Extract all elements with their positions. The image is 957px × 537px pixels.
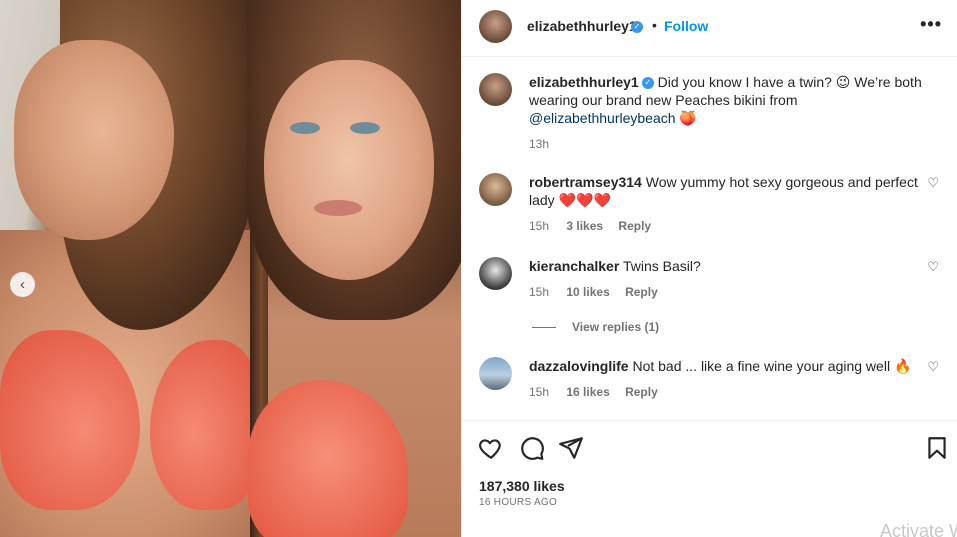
post-header: elizabethhurley1 ✓ • Follow ••• xyxy=(462,0,957,57)
avatar[interactable] xyxy=(479,10,512,43)
reply-button[interactable]: Reply xyxy=(625,285,658,299)
comment-text: Not bad ... like a fine wine your aging … xyxy=(632,358,891,374)
more-options-icon[interactable]: ••• xyxy=(920,14,942,35)
header-username[interactable]: elizabethhurley1 xyxy=(527,18,637,34)
follow-button[interactable]: Follow xyxy=(664,18,708,34)
verified-badge-icon: ✓ xyxy=(631,21,643,34)
post-photo: ‹ xyxy=(0,0,461,537)
bookmark-save-icon[interactable] xyxy=(924,435,950,461)
action-bar xyxy=(462,420,957,480)
caption-username[interactable]: elizabethhurley1 xyxy=(529,74,639,90)
comment-item: robertramsey314 Wow yummy hot sexy gorge… xyxy=(479,173,949,235)
divider-line xyxy=(532,327,556,329)
comment-username[interactable]: robertramsey314 xyxy=(529,174,642,190)
caption-time: 13h xyxy=(529,137,550,151)
comment-likes[interactable]: 10 likes xyxy=(566,285,609,299)
view-replies-button[interactable]: View replies (1) xyxy=(532,320,659,334)
comment-username[interactable]: dazzalovinglife xyxy=(529,358,629,374)
activate-windows-watermark: Activate W xyxy=(880,521,957,537)
like-comment-heart-icon[interactable]: ♡ xyxy=(927,359,939,375)
like-comment-heart-icon[interactable]: ♡ xyxy=(927,175,939,191)
comment-item: dazzalovinglife Not bad ... like a fine … xyxy=(479,357,949,401)
photo-right-subject xyxy=(246,0,461,537)
fire-emoji: 🔥 xyxy=(893,358,912,374)
comment-time: 15h xyxy=(529,285,550,299)
comment-likes[interactable]: 16 likes xyxy=(566,385,609,399)
avatar[interactable] xyxy=(479,73,512,106)
comment-username[interactable]: kieranchalker xyxy=(529,258,619,274)
posted-time: 16 HOURS AGO xyxy=(479,497,558,508)
verified-badge-icon: ✓ xyxy=(641,77,654,90)
avatar[interactable] xyxy=(479,173,512,206)
post-side-panel: elizabethhurley1 ✓ • Follow ••• elizabet… xyxy=(461,0,957,537)
comment-time: 15h xyxy=(529,219,550,233)
like-comment-heart-icon[interactable]: ♡ xyxy=(927,259,939,275)
share-send-icon[interactable] xyxy=(558,435,584,461)
comment-bubble-icon[interactable] xyxy=(519,435,545,461)
comment-time: 15h xyxy=(529,385,550,399)
like-heart-icon[interactable] xyxy=(478,435,504,461)
peach-emoji: 🍑 xyxy=(679,110,697,126)
comment-item: kieranchalker Twins Basil? 15h 10 likes … xyxy=(479,257,949,301)
comment-likes[interactable]: 3 likes xyxy=(566,219,603,233)
avatar[interactable] xyxy=(479,357,512,390)
likes-count[interactable]: 187,380 likes xyxy=(479,478,565,494)
post-caption: elizabethhurley1 ✓ Did you know I have a … xyxy=(479,73,939,153)
photo-left-reflection xyxy=(0,0,262,537)
comment-text: Twins Basil? xyxy=(622,258,701,274)
reply-button[interactable]: Reply xyxy=(618,219,651,233)
hearts-emoji: ❤️❤️❤️ xyxy=(558,192,611,208)
chevron-left-icon: ‹ xyxy=(20,276,25,293)
avatar[interactable] xyxy=(479,257,512,290)
reply-button[interactable]: Reply xyxy=(625,385,658,399)
caption-mention-link[interactable]: @elizabethhurleybeach xyxy=(529,110,676,126)
carousel-prev-button[interactable]: ‹ xyxy=(10,272,35,297)
separator-dot: • xyxy=(652,17,657,33)
